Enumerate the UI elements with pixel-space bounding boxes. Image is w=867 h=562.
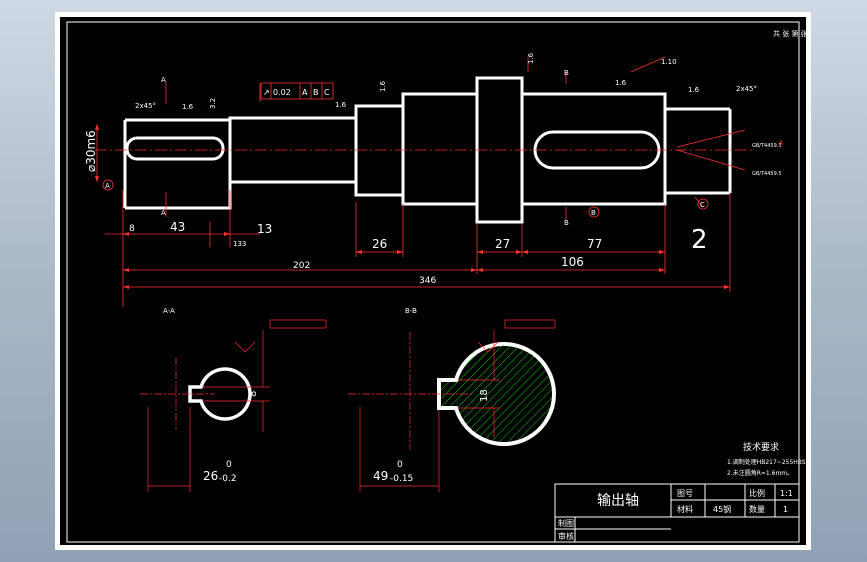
datum-circle-b: B xyxy=(591,209,596,217)
datum-circle-a: A xyxy=(105,182,110,190)
section-bb-tol-upper: 0 xyxy=(397,460,403,470)
notes-line-1: 1.调制处理HB217~255HBS。 xyxy=(727,458,811,466)
roughness-top: 1.10 xyxy=(661,58,677,66)
dim-2: 2 xyxy=(691,225,708,255)
tolerance-value: 0.02 xyxy=(273,88,291,97)
roughness-right-end: 1.6 xyxy=(688,86,700,94)
label-scale: 比例 xyxy=(749,488,765,498)
cad-drawing: 共 张 第 张 8 43 133 13 26 27 77 2 202 106 3… xyxy=(55,12,811,550)
scale-value: 1:1 xyxy=(780,489,793,498)
tolerance-datum-a: A xyxy=(302,88,308,97)
chamfer-right: 2x45° xyxy=(736,85,757,93)
tolerance-symbol: ↗ xyxy=(263,88,270,97)
section-b-top-label: B xyxy=(564,69,569,77)
diameter-label: ⌀30m6 xyxy=(84,130,98,172)
section-bb-width-dim: 18 xyxy=(479,389,490,402)
sheet-number: 共 张 第 张 xyxy=(773,29,808,38)
dim-26: 26 xyxy=(372,237,387,251)
roughness-step: 3.2 xyxy=(209,98,217,109)
section-aa-title: A-A xyxy=(163,307,175,315)
label-checked: 审核 xyxy=(558,531,574,541)
material-value: 45钢 xyxy=(713,504,731,514)
dim-27: 27 xyxy=(495,237,510,251)
notes-line-2: 2.未注圆角R=1.6mm。 xyxy=(727,469,793,477)
label-drawing-no: 图号 xyxy=(677,489,693,498)
section-bb-depth-dim: 49 xyxy=(373,469,388,483)
dim-8: 8 xyxy=(129,224,135,234)
tolerance-datum-b: B xyxy=(313,88,319,97)
center-note-2: GB/T4459.5 xyxy=(752,171,782,177)
dim-106: 106 xyxy=(561,255,584,269)
roughness-collar: 1.6 xyxy=(379,80,387,92)
roughness-left: 1.6 xyxy=(182,103,194,111)
section-bb-tol-lower: -0.15 xyxy=(390,474,413,484)
section-aa-tol-lower: -0.2 xyxy=(219,474,237,484)
label-drawn: 制图 xyxy=(558,518,574,528)
roughness-mid: 1.6 xyxy=(335,101,347,109)
section-aa-depth-dim: 26 xyxy=(203,469,218,483)
quantity-value: 1 xyxy=(783,505,788,514)
dim-77: 77 xyxy=(587,237,602,251)
dim-13: 13 xyxy=(257,222,272,236)
notes-title: 技术要求 xyxy=(743,441,779,453)
dim-202: 202 xyxy=(293,261,310,271)
section-a-bottom-label: A xyxy=(161,209,166,217)
section-aa-width-dim: 8 xyxy=(248,391,259,397)
label-material: 材料 xyxy=(677,504,693,514)
tolerance-datum-c: C xyxy=(324,88,330,97)
chamfer-left: 2x45° xyxy=(135,102,156,110)
drawing-viewport[interactable]: 共 张 第 张 8 43 133 13 26 27 77 2 202 106 3… xyxy=(55,12,811,550)
center-note: GB/T4459.5 xyxy=(752,143,782,149)
roughness-right-key: 1.6 xyxy=(615,79,627,87)
datum-circle-c: C xyxy=(700,201,705,209)
label-quantity: 数量 xyxy=(749,504,765,514)
section-bb-title: B-B xyxy=(405,307,417,315)
part-name: 输出轴 xyxy=(597,493,639,509)
section-b-bottom-label: B xyxy=(564,219,569,227)
dim-43: 43 xyxy=(170,220,185,234)
section-aa-tol-upper: 0 xyxy=(226,460,232,470)
dim-133: 133 xyxy=(233,240,246,248)
section-a-top-label: A xyxy=(161,76,166,84)
dim-346: 346 xyxy=(419,276,436,286)
roughness-shoulder: 1.6 xyxy=(527,52,535,64)
